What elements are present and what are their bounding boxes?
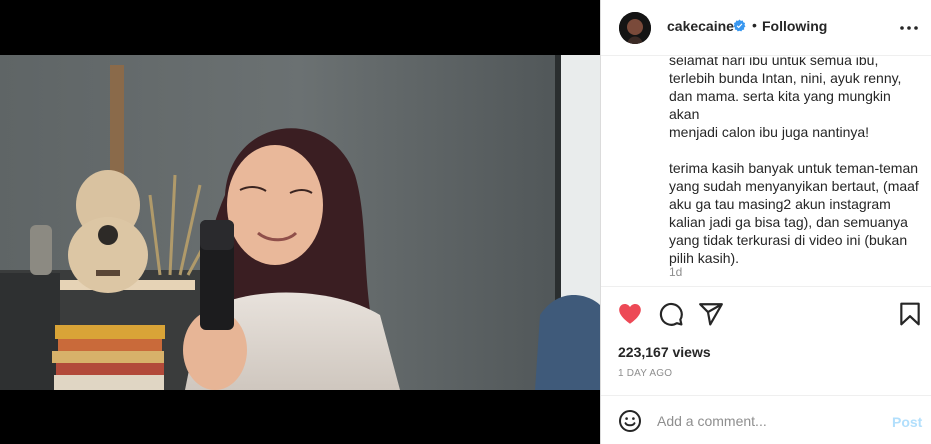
verified-badge-icon xyxy=(733,19,746,32)
views-count[interactable]: 223,167 views xyxy=(618,344,711,360)
avatar[interactable] xyxy=(619,12,651,44)
caption-timestamp[interactable]: 1d xyxy=(669,265,682,279)
share-icon[interactable] xyxy=(698,301,724,327)
separator-dot: • xyxy=(752,17,757,33)
video-still-image xyxy=(0,55,600,390)
post-comment-button[interactable]: Post xyxy=(892,414,922,430)
bookmark-icon[interactable] xyxy=(897,301,923,327)
following-button[interactable]: Following xyxy=(762,18,827,34)
comment-icon[interactable] xyxy=(658,301,684,327)
emoji-icon[interactable] xyxy=(618,409,642,433)
username-link[interactable]: cakecaine xyxy=(667,18,734,34)
heart-icon[interactable] xyxy=(617,301,643,327)
comment-bar: Post xyxy=(601,395,931,444)
post-caption: selamat hari ibu untuk semua ibu, terleb… xyxy=(669,57,919,266)
post-date[interactable]: 1 DAY AGO xyxy=(618,368,672,379)
comment-input[interactable] xyxy=(657,409,877,433)
post-side-panel: cakecaine • Following selamat hari ibu u… xyxy=(600,0,931,444)
post-header: cakecaine • Following xyxy=(601,0,931,56)
video-frame[interactable] xyxy=(0,55,600,390)
video-player[interactable] xyxy=(0,0,600,444)
action-bar: 223,167 views 1 DAY AGO xyxy=(601,286,931,394)
caption-scroll-area[interactable]: selamat hari ibu untuk semua ibu, terleb… xyxy=(601,57,931,285)
more-options-icon[interactable] xyxy=(897,18,921,38)
